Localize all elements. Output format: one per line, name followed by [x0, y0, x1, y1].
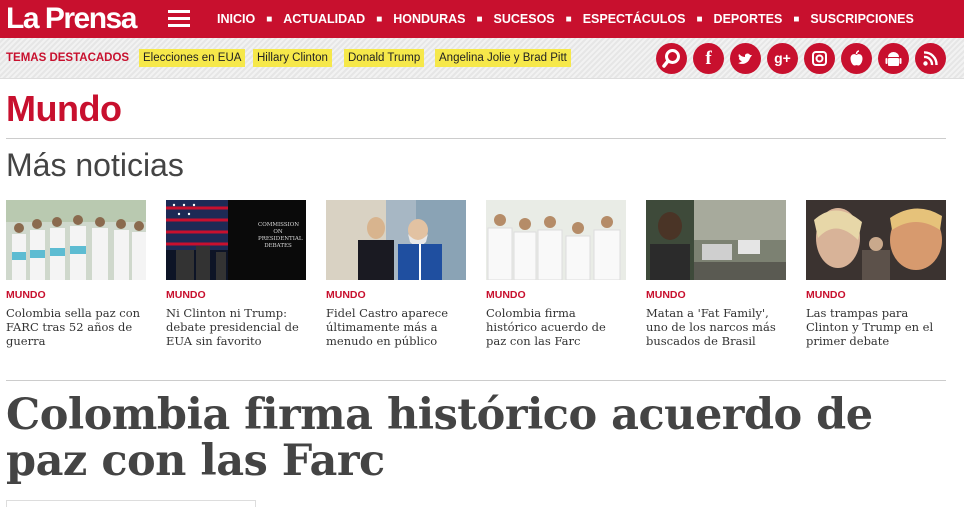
news-card[interactable]: MUNDO Matan a 'Fat Family', uno de los n…	[646, 200, 786, 348]
search-icon[interactable]	[656, 43, 687, 74]
news-title[interactable]: Fidel Castro aparece últimamente más a m…	[326, 306, 466, 348]
news-category[interactable]: MUNDO	[326, 289, 466, 301]
news-title[interactable]: Colombia sella paz con FARC tras 52 años…	[6, 306, 146, 348]
news-title[interactable]: Matan a 'Fat Family', uno de los narcos …	[646, 306, 786, 348]
instagram-icon[interactable]	[804, 43, 835, 74]
news-title[interactable]: Colombia firma histórico acuerdo de paz …	[486, 306, 626, 348]
apple-icon[interactable]	[841, 43, 872, 74]
menu-icon[interactable]	[168, 10, 190, 28]
featured-topics-label: TEMAS DESTACADOS	[6, 52, 130, 64]
nav-item-suscripciones[interactable]: SUSCRIPCIONES	[810, 12, 914, 26]
news-card[interactable]: MUNDO Colombia firma histórico acuerdo d…	[486, 200, 626, 348]
news-card[interactable]: MUNDO Las trampas para Clinton y Trump e…	[806, 200, 946, 348]
topic-tag[interactable]: Elecciones en EUA	[139, 49, 246, 67]
news-category[interactable]: MUNDO	[646, 289, 786, 301]
news-category[interactable]: MUNDO	[806, 289, 946, 301]
debate-sign-text: COMMISSION ON PRESIDENTIAL DEBATES	[258, 222, 303, 249]
article-headline: Colombia firma histórico acuerdo de paz …	[6, 390, 873, 486]
android-icon[interactable]	[878, 43, 909, 74]
divider	[6, 138, 946, 139]
more-news-heading: Más noticias	[6, 147, 184, 183]
news-thumbnail[interactable]	[6, 200, 146, 280]
news-category[interactable]: MUNDO	[486, 289, 626, 301]
topic-tag[interactable]: Angelina Jolie y Brad Pitt	[435, 49, 571, 67]
main-nav: INICIO ■ ACTUALIDAD ■ HONDURAS ■ SUCESOS…	[217, 12, 914, 26]
nav-item-sucesos[interactable]: SUCESOS	[494, 12, 555, 26]
news-card[interactable]: MUNDO Fidel Castro aparece últimamente m…	[326, 200, 466, 348]
twitter-icon[interactable]	[730, 43, 761, 74]
news-card[interactable]: COMMISSION ON PRESIDENTIAL DEBATES MUNDO…	[166, 200, 306, 348]
nav-item-espectaculos[interactable]: ESPECTÁCULOS	[583, 12, 686, 26]
news-category[interactable]: MUNDO	[6, 289, 146, 301]
nav-item-honduras[interactable]: HONDURAS	[393, 12, 465, 26]
google-plus-icon[interactable]: g+	[767, 43, 798, 74]
site-logo[interactable]: La Prensa	[6, 2, 137, 36]
top-navbar: La Prensa INICIO ■ ACTUALIDAD ■ HONDURAS…	[0, 0, 964, 38]
news-category[interactable]: MUNDO	[166, 289, 306, 301]
news-thumbnail[interactable]	[486, 200, 626, 280]
section-title: Mundo	[6, 88, 122, 129]
topic-tag[interactable]: Hillary Clinton	[253, 49, 332, 67]
nav-item-actualidad[interactable]: ACTUALIDAD	[283, 12, 365, 26]
news-card[interactable]: MUNDO Colombia sella paz con FARC tras 5…	[6, 200, 146, 348]
topic-tag[interactable]: Donald Trump	[344, 49, 425, 67]
news-thumbnail[interactable]	[646, 200, 786, 280]
facebook-icon[interactable]: f	[693, 43, 724, 74]
news-title[interactable]: Ni Clinton ni Trump: debate presidencial…	[166, 306, 306, 348]
nav-item-deportes[interactable]: DEPORTES	[714, 12, 783, 26]
news-thumbnail[interactable]	[806, 200, 946, 280]
news-title[interactable]: Las trampas para Clinton y Trump en el p…	[806, 306, 946, 348]
news-thumbnail[interactable]: COMMISSION ON PRESIDENTIAL DEBATES	[166, 200, 306, 280]
divider	[6, 380, 946, 381]
rss-icon[interactable]	[915, 43, 946, 74]
news-thumbnail[interactable]	[326, 200, 466, 280]
nav-item-inicio[interactable]: INICIO	[217, 12, 255, 26]
